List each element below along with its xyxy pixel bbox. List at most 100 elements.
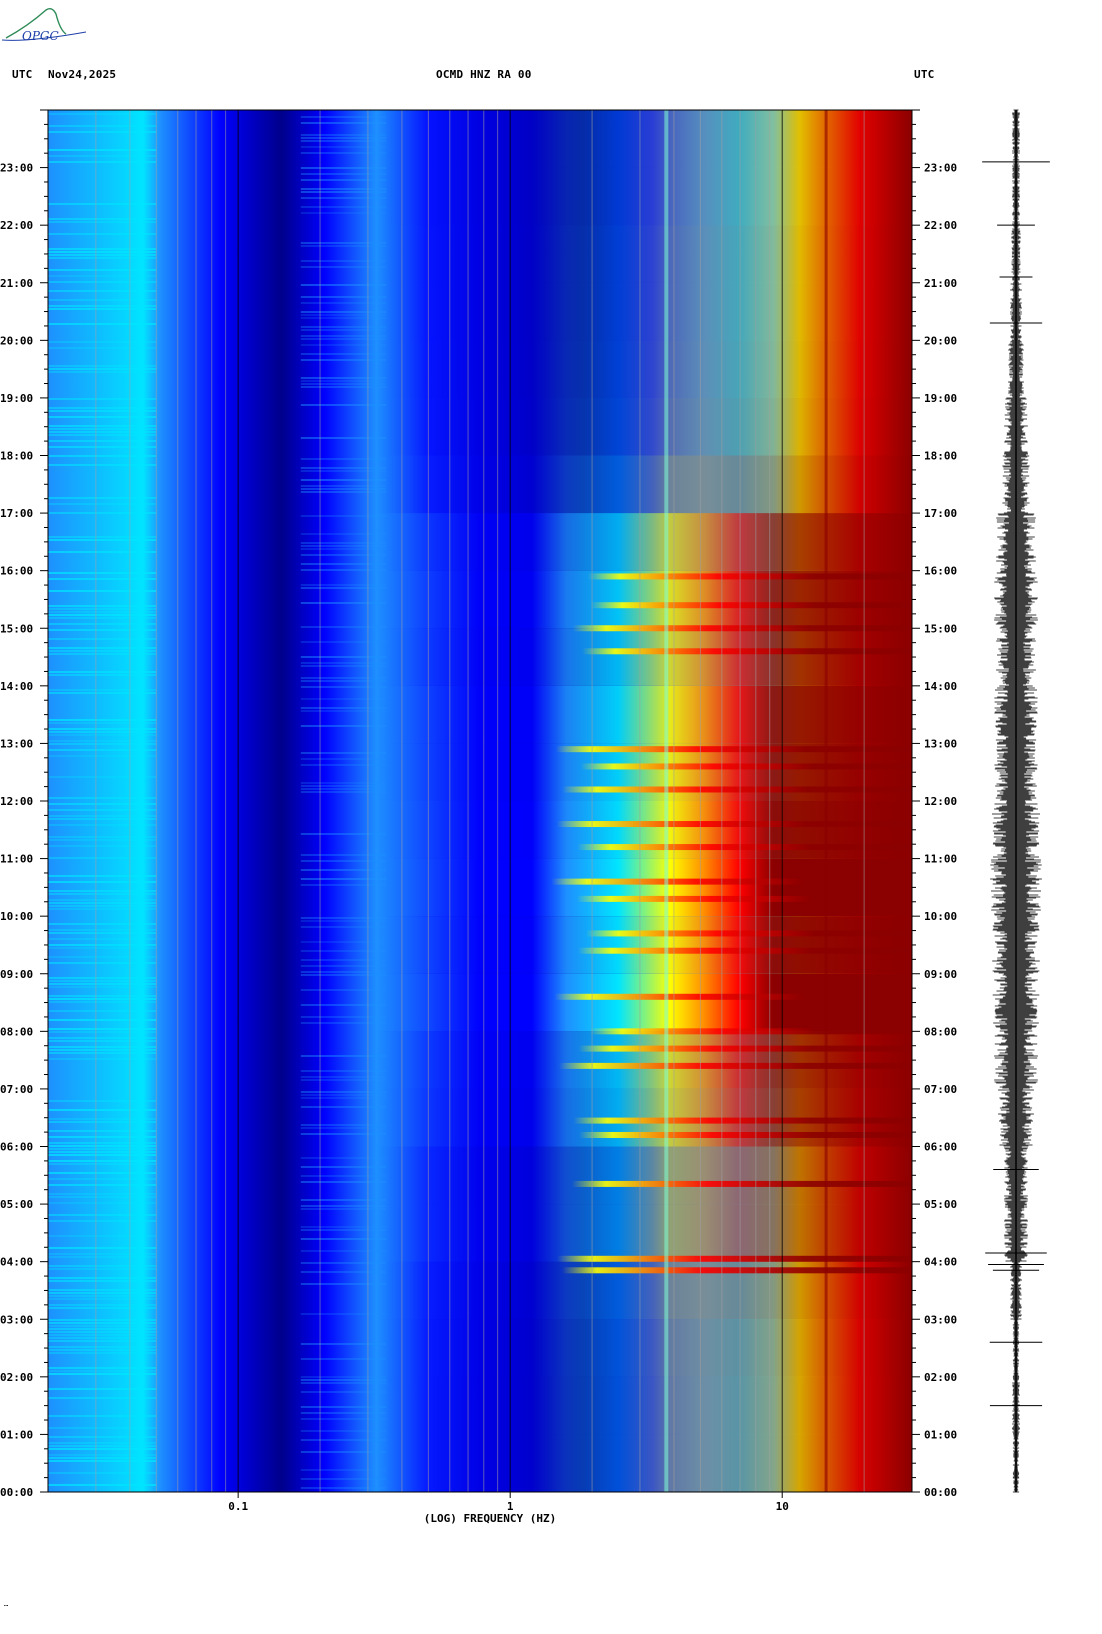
- texture-stripe: [300, 926, 387, 928]
- texture-stripe: [300, 1133, 387, 1135]
- texture-stripe: [300, 302, 387, 304]
- texture-stripe: [300, 569, 387, 571]
- event-streak: [573, 1117, 912, 1124]
- texture-stripe: [48, 578, 157, 580]
- texture-stripe: [48, 149, 157, 151]
- texture-stripe: [300, 791, 387, 793]
- texture-stripe: [300, 1262, 387, 1264]
- y-tick-label-right: 13:00: [924, 737, 957, 750]
- y-tick-label-right: 02:00: [924, 1371, 957, 1384]
- texture-stripe: [300, 1226, 387, 1228]
- texture-stripe: [300, 989, 387, 991]
- y-tick-label-left: 18:00: [0, 450, 33, 463]
- texture-stripe: [300, 920, 387, 922]
- texture-stripe: [48, 1352, 157, 1354]
- texture-stripe: [48, 1214, 157, 1216]
- texture-stripe: [300, 1229, 387, 1231]
- texture-stripe: [48, 875, 157, 877]
- texture-stripe: [48, 1163, 157, 1165]
- y-tick-label-left: 07:00: [0, 1083, 33, 1096]
- texture-stripe: [48, 1280, 157, 1282]
- y-tick-label-left: 05:00: [0, 1198, 33, 1211]
- texture-stripe: [300, 1439, 387, 1441]
- texture-stripe: [300, 707, 387, 709]
- texture-stripe: [300, 584, 387, 586]
- texture-stripe: [300, 680, 387, 682]
- texture-stripe: [48, 617, 157, 619]
- event-streak: [572, 625, 912, 632]
- y-tick-label-right: 05:00: [924, 1198, 957, 1211]
- y-tick-label-right: 12:00: [924, 795, 957, 808]
- texture-stripe: [48, 425, 157, 427]
- texture-stripe: [48, 347, 157, 349]
- texture-stripe: [300, 326, 387, 328]
- texture-stripe: [300, 1127, 387, 1129]
- texture-stripe: [48, 986, 157, 988]
- texture-stripe: [300, 266, 387, 268]
- texture-stripe: [48, 929, 157, 931]
- texture-stripe: [48, 1349, 157, 1351]
- texture-stripe: [300, 1358, 387, 1360]
- texture-stripe: [300, 179, 387, 181]
- texture-stripe: [300, 698, 387, 700]
- texture-stripe: [300, 197, 387, 199]
- texture-stripe: [300, 1271, 387, 1273]
- texture-stripe: [48, 1253, 157, 1255]
- texture-stripe: [48, 956, 157, 958]
- texture-stripe: [48, 1172, 157, 1174]
- texture-stripe: [48, 446, 157, 448]
- event-streak: [585, 930, 912, 937]
- texture-stripe: [300, 470, 387, 472]
- texture-stripe: [300, 1181, 387, 1183]
- texture-stripe: [48, 125, 157, 127]
- y-tick-label-left: 08:00: [0, 1025, 33, 1038]
- texture-stripe: [48, 1373, 157, 1375]
- texture-stripe: [48, 281, 157, 283]
- texture-stripe: [48, 881, 157, 883]
- texture-stripe: [48, 254, 157, 256]
- texture-stripe: [48, 674, 157, 676]
- texture-stripe: [48, 1319, 157, 1321]
- y-tick-label-right: 15:00: [924, 622, 957, 635]
- texture-stripe: [300, 1205, 387, 1207]
- texture-stripe: [48, 1289, 157, 1291]
- texture-stripe: [300, 1418, 387, 1420]
- texture-stripe: [300, 1376, 387, 1378]
- texture-stripe: [48, 1454, 157, 1456]
- y-tick-label-right: 06:00: [924, 1141, 957, 1154]
- y-tick-label-left: 01:00: [0, 1428, 33, 1441]
- texture-stripe: [48, 938, 157, 940]
- texture-stripe: [300, 386, 387, 388]
- texture-stripe: [300, 467, 387, 469]
- texture-stripe: [48, 464, 157, 466]
- texture-stripe: [300, 533, 387, 535]
- texture-stripe: [300, 245, 387, 247]
- texture-stripe: [300, 752, 387, 754]
- texture-stripe: [48, 719, 157, 721]
- texture-stripe: [48, 944, 157, 946]
- texture-stripe: [48, 1397, 157, 1399]
- texture-stripe: [300, 965, 387, 967]
- texture-stripe: [48, 653, 157, 655]
- y-tick-label-right: 22:00: [924, 219, 957, 232]
- texture-stripe: [48, 797, 157, 799]
- texture-stripe: [48, 1304, 157, 1306]
- event-streak: [571, 1180, 912, 1187]
- texture-stripe: [300, 656, 387, 658]
- texture-stripe: [300, 335, 387, 337]
- texture-stripe: [300, 188, 387, 190]
- texture-stripe: [300, 974, 387, 976]
- texture-stripe: [300, 854, 387, 856]
- texture-stripe: [300, 1016, 387, 1018]
- texture-stripe: [48, 692, 157, 694]
- texture-stripe: [300, 344, 387, 346]
- texture-stripe: [48, 722, 157, 724]
- texture-stripe: [300, 602, 387, 604]
- texture-stripe: [48, 1325, 157, 1327]
- texture-stripe: [48, 371, 157, 373]
- texture-stripe: [48, 776, 157, 778]
- seismogram-trace: [982, 109, 1050, 1493]
- texture-stripe: [48, 836, 157, 838]
- texture-stripe: [48, 824, 157, 826]
- texture-stripe: [300, 1175, 387, 1177]
